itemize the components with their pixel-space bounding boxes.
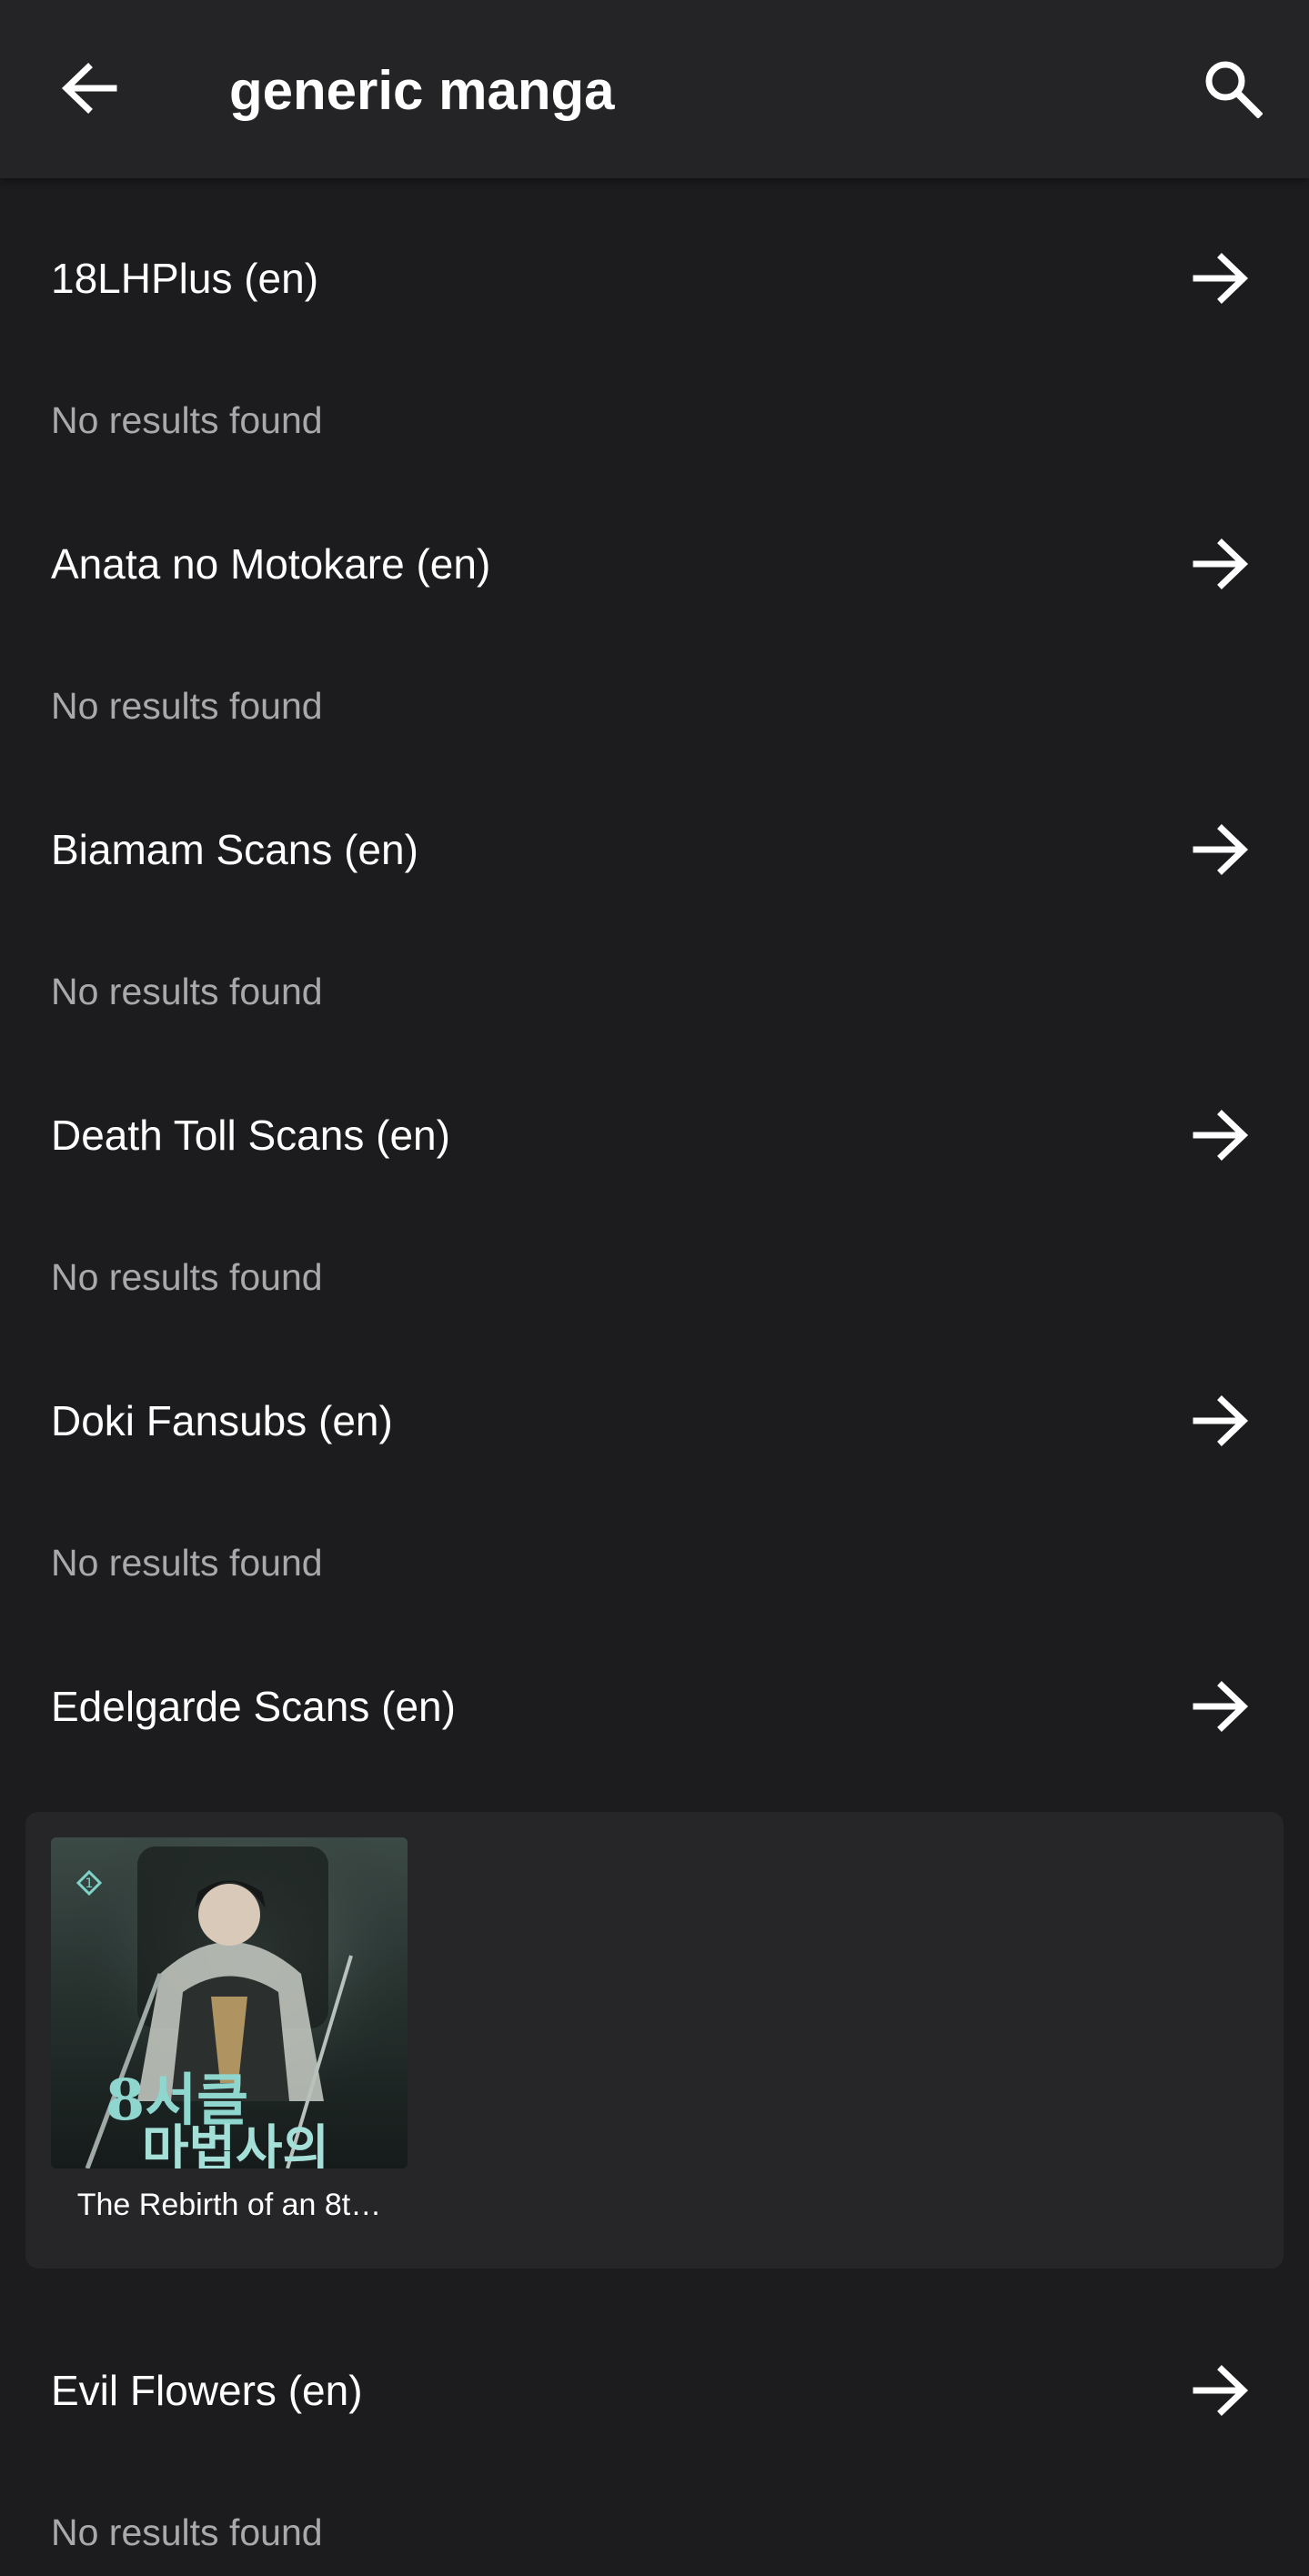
search-icon <box>1203 58 1264 123</box>
source-header[interactable]: 18LHPlus (en) <box>0 178 1309 384</box>
no-results-message: No results found <box>0 669 1309 750</box>
source-name: 18LHPlus (en) <box>51 255 319 302</box>
source-header[interactable]: Doki Fansubs (en) <box>0 1321 1309 1526</box>
source-header[interactable]: Anata no Motokare (en) <box>0 464 1309 669</box>
arrow-forward-icon[interactable] <box>1183 535 1259 593</box>
arrow-back-icon <box>61 62 117 118</box>
page-title: generic manga <box>229 60 615 121</box>
global-search-results: 18LHPlus (en) No results found Anata no … <box>0 178 1309 2576</box>
results-card: 1 8서클 마법사의 The Rebirth of an 8t… <box>25 1812 1284 2269</box>
arrow-forward-icon[interactable] <box>1183 1677 1259 1736</box>
source-name: Evil Flowers (en) <box>51 2367 363 2414</box>
no-results-text: No results found <box>51 685 323 727</box>
source-section: Death Toll Scans (en) No results found <box>0 1035 1309 1321</box>
manga-cover[interactable]: 1 8서클 마법사의 <box>51 1837 408 2168</box>
source-name: Edelgarde Scans (en) <box>51 1683 456 1730</box>
source-header[interactable]: Edelgarde Scans (en) <box>0 1606 1309 1812</box>
source-header[interactable]: Evil Flowers (en) <box>0 2314 1309 2496</box>
source-name: Death Toll Scans (en) <box>51 1112 450 1159</box>
svg-text:1: 1 <box>86 1877 94 1891</box>
no-results-text: No results found <box>51 971 323 1012</box>
no-results-text: No results found <box>51 2511 323 2553</box>
arrow-forward-icon[interactable] <box>1183 2361 1259 2420</box>
no-results-message: No results found <box>0 1526 1309 1606</box>
source-section: Edelgarde Scans (en) 1 8서클 마법사의 The Rebi… <box>0 1606 1309 2314</box>
manga-title: The Rebirth of an 8t… <box>76 2188 382 2222</box>
arrow-forward-icon[interactable] <box>1183 1392 1259 1450</box>
source-name: Anata no Motokare (en) <box>51 540 491 588</box>
cover-title-bottom: 마법사의 <box>142 2119 329 2168</box>
back-button[interactable] <box>45 51 133 129</box>
no-results-message: No results found <box>0 955 1309 1035</box>
arrow-forward-icon[interactable] <box>1183 249 1259 307</box>
no-results-message: No results found <box>0 2496 1309 2576</box>
search-button[interactable] <box>1189 49 1276 131</box>
source-section: Evil Flowers (en) No results found <box>0 2314 1309 2576</box>
source-section: Anata no Motokare (en) No results found <box>0 464 1309 750</box>
no-results-message: No results found <box>0 384 1309 464</box>
source-section: Biamam Scans (en) No results found <box>0 750 1309 1035</box>
source-section: Doki Fansubs (en) No results found <box>0 1321 1309 1606</box>
source-name: Doki Fansubs (en) <box>51 1397 393 1444</box>
arrow-forward-icon[interactable] <box>1183 1106 1259 1164</box>
no-results-message: No results found <box>0 1241 1309 1321</box>
no-results-text: No results found <box>51 399 323 441</box>
no-results-text: No results found <box>51 1256 323 1298</box>
source-header[interactable]: Death Toll Scans (en) <box>0 1035 1309 1241</box>
source-name: Biamam Scans (en) <box>51 826 418 873</box>
source-section: 18LHPlus (en) No results found <box>0 178 1309 464</box>
cover-artwork: 1 8서클 마법사의 <box>51 1837 408 2168</box>
arrow-forward-icon[interactable] <box>1183 820 1259 879</box>
manga-result-item[interactable]: 1 8서클 마법사의 The Rebirth of an 8t… <box>51 1837 408 2225</box>
source-header[interactable]: Biamam Scans (en) <box>0 750 1309 955</box>
no-results-text: No results found <box>51 1542 323 1584</box>
top-app-bar: generic manga <box>0 0 1309 178</box>
